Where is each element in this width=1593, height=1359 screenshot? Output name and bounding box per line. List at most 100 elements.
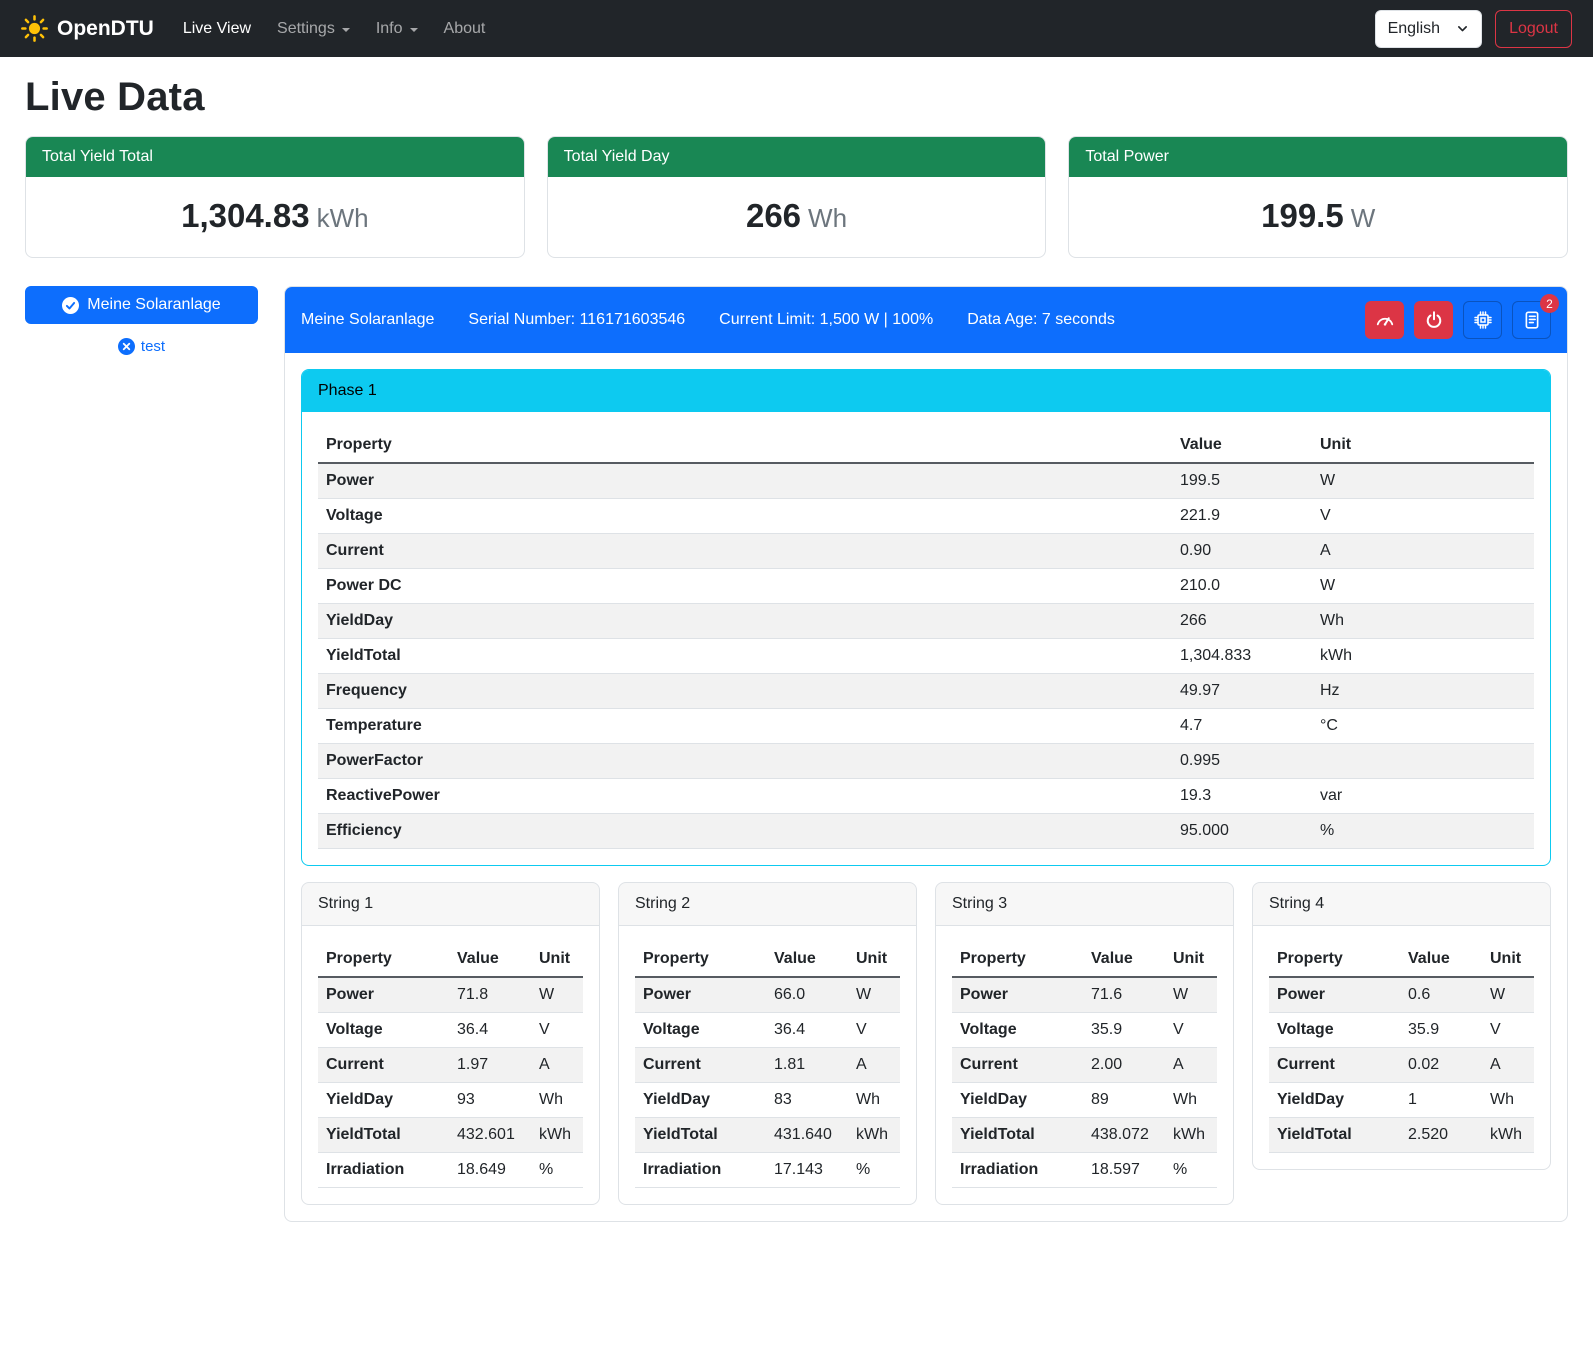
table-row: PowerFactor 0.995: [318, 744, 1534, 779]
table-row: YieldDay 83 Wh: [635, 1083, 900, 1118]
property-name: Voltage: [1269, 1013, 1400, 1048]
limit-settings-button[interactable]: [1365, 301, 1404, 339]
property-name: Current: [318, 534, 1172, 569]
string-card-3: String 3 Property Value Unit: [935, 882, 1234, 1205]
property-value: 1,304.833: [1172, 639, 1312, 674]
table-row: Voltage 221.9 V: [318, 499, 1534, 534]
property-value: 93: [449, 1083, 531, 1118]
property-unit: A: [1482, 1048, 1534, 1083]
property-unit: V: [1165, 1013, 1217, 1048]
total-power-unit: W: [1351, 203, 1376, 233]
power-button[interactable]: [1414, 301, 1453, 339]
event-log-button[interactable]: 2: [1512, 301, 1551, 339]
property-unit: kWh: [1165, 1118, 1217, 1153]
caret-down-icon: [342, 28, 350, 32]
nav-links: Live View Settings Info About: [170, 12, 499, 46]
table-row: YieldDay 93 Wh: [318, 1083, 583, 1118]
property-name: Power: [952, 977, 1083, 1013]
summary-cards: Total Yield Total 1,304.83kWh Total Yiel…: [25, 136, 1568, 258]
property-unit: Wh: [1165, 1083, 1217, 1118]
property-unit: A: [848, 1048, 900, 1083]
property-name: Power DC: [318, 569, 1172, 604]
gauge-icon: [1375, 310, 1395, 330]
table-row: Power 0.6 W: [1269, 977, 1534, 1013]
inverter-panel: Meine Solaranlage Serial Number: 1161716…: [284, 286, 1568, 1222]
property-name: YieldDay: [318, 604, 1172, 639]
property-value: 19.3: [1172, 779, 1312, 814]
property-name: PowerFactor: [318, 744, 1172, 779]
navbar: OpenDTU Live View Settings Info About En…: [0, 0, 1593, 57]
total-yield-day-value: 266: [746, 197, 801, 234]
inverter-name: Meine Solaranlage: [301, 311, 434, 329]
sidebar-item-test[interactable]: test: [25, 338, 258, 355]
table-row: ReactivePower 19.3 var: [318, 779, 1534, 814]
property-value: 1: [1400, 1083, 1482, 1118]
inverter-select-button[interactable]: Meine Solaranlage: [25, 286, 258, 324]
property-unit: Hz: [1312, 674, 1534, 709]
phase-title: Phase 1: [302, 370, 1550, 412]
col-header-unit: Unit: [1482, 942, 1534, 977]
table-row: Irradiation 18.597 %: [952, 1153, 1217, 1188]
card-header: Total Power: [1069, 137, 1567, 177]
table-row: Irradiation 17.143 %: [635, 1153, 900, 1188]
col-header-unit: Unit: [1312, 428, 1534, 463]
table-row: Current 2.00 A: [952, 1048, 1217, 1083]
card-body: 199.5W: [1069, 177, 1567, 257]
property-unit: W: [531, 977, 583, 1013]
table-row: YieldTotal 1,304.833 kWh: [318, 639, 1534, 674]
check-circle-icon: [62, 297, 79, 314]
property-value: 266: [1172, 604, 1312, 639]
caret-down-icon: [410, 28, 418, 32]
table-row: Power 199.5 W: [318, 463, 1534, 499]
table-row: YieldTotal 431.640 kWh: [635, 1118, 900, 1153]
table-row: Current 0.90 A: [318, 534, 1534, 569]
property-unit: Wh: [848, 1083, 900, 1118]
property-value: 18.597: [1083, 1153, 1165, 1188]
table-row: Voltage 36.4 V: [318, 1013, 583, 1048]
table-row: Voltage 36.4 V: [635, 1013, 900, 1048]
property-unit: W: [1165, 977, 1217, 1013]
device-info-button[interactable]: [1463, 301, 1502, 339]
nav-settings-dropdown[interactable]: Settings: [264, 12, 363, 46]
property-value: 66.0: [766, 977, 848, 1013]
table-header-row: Property Value Unit: [318, 428, 1534, 463]
col-header-property: Property: [318, 942, 449, 977]
event-count-badge: 2: [1540, 294, 1559, 313]
string-card-2: String 2 Property Value Unit: [618, 882, 917, 1205]
col-header-value: Value: [1083, 942, 1165, 977]
property-value: 83: [766, 1083, 848, 1118]
logout-button[interactable]: Logout: [1495, 10, 1572, 48]
property-name: YieldTotal: [635, 1118, 766, 1153]
property-value: 71.8: [449, 977, 531, 1013]
string-card-1: String 1 Property Value Unit: [301, 882, 600, 1205]
property-unit: %: [848, 1153, 900, 1188]
table-row: Power 71.6 W: [952, 977, 1217, 1013]
property-value: 49.97: [1172, 674, 1312, 709]
nav-live-view[interactable]: Live View: [170, 12, 264, 46]
property-value: 1.81: [766, 1048, 848, 1083]
property-name: Voltage: [318, 1013, 449, 1048]
table-row: YieldDay 1 Wh: [1269, 1083, 1534, 1118]
property-name: Power: [318, 463, 1172, 499]
table-row: Power 71.8 W: [318, 977, 583, 1013]
property-value: 71.6: [1083, 977, 1165, 1013]
table-header-row: Property Value Unit: [635, 942, 900, 977]
nav-info-dropdown[interactable]: Info: [363, 12, 431, 46]
phase-body: Property Value Unit Power 199.5: [302, 412, 1550, 865]
property-name: YieldDay: [952, 1083, 1083, 1118]
col-header-property: Property: [1269, 942, 1400, 977]
property-name: Temperature: [318, 709, 1172, 744]
nav-about[interactable]: About: [431, 12, 499, 46]
table-header-row: Property Value Unit: [952, 942, 1217, 977]
sidebar-item-test-label: test: [141, 338, 165, 355]
string-card-4: String 4 Property Value Unit: [1252, 882, 1551, 1170]
property-unit: Wh: [1482, 1083, 1534, 1118]
property-value: 1.97: [449, 1048, 531, 1083]
property-unit: [1312, 744, 1534, 779]
brand-link[interactable]: OpenDTU: [13, 15, 162, 42]
property-name: Frequency: [318, 674, 1172, 709]
inverter-sidebar: Meine Solaranlage test: [25, 286, 258, 355]
language-select[interactable]: English: [1375, 10, 1482, 48]
table-row: Temperature 4.7 °C: [318, 709, 1534, 744]
col-header-unit: Unit: [531, 942, 583, 977]
